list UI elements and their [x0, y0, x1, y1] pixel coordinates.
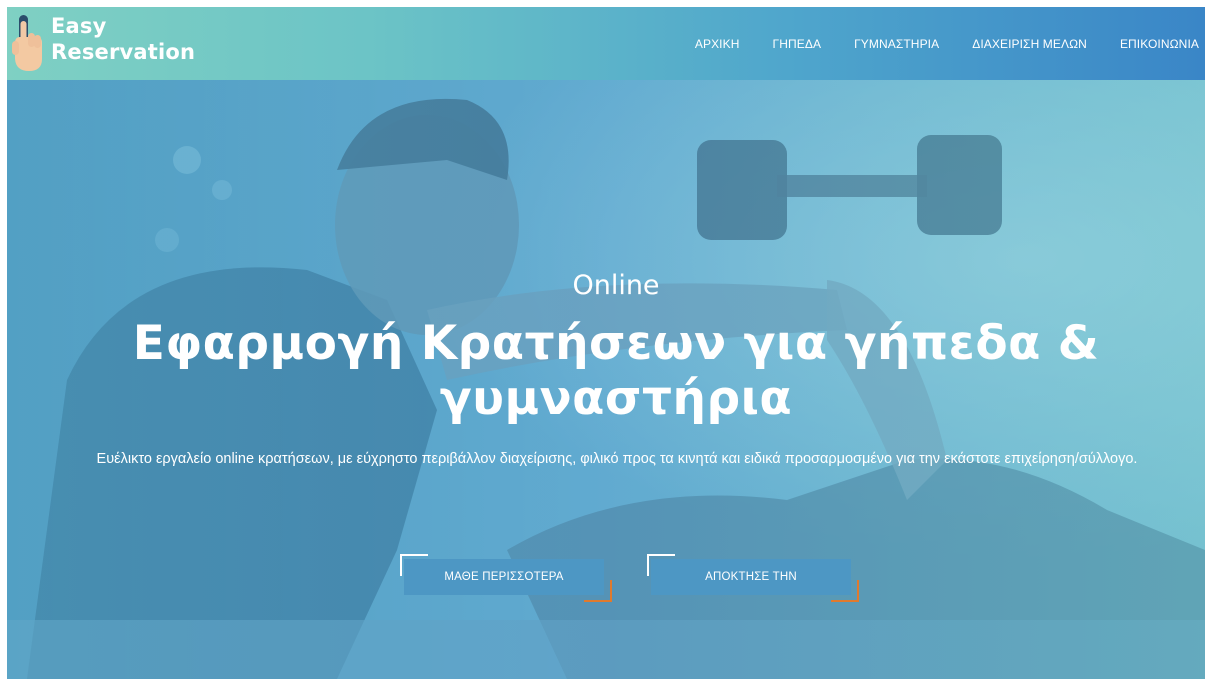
- nav-item-home[interactable]: ΑΡΧΙΚΗ: [695, 37, 740, 51]
- brand-logo[interactable]: Easy Reservation: [11, 11, 211, 75]
- brand-name: Easy Reservation: [51, 13, 195, 65]
- nav-item-courts[interactable]: ΓΗΠΕΔΑ: [773, 37, 822, 51]
- hero-section: Online Εφαρμογή Κρατήσεων για γήπεδα & γ…: [7, 80, 1205, 679]
- hero-title: Εφαρμογή Κρατήσεων για γήπεδα & γυμναστή…: [7, 316, 1205, 426]
- learn-more-button[interactable]: ΜΑΘΕ ΠΕΡΙΣΣΟΤΕΡΑ: [404, 559, 604, 595]
- hero-kicker: Online: [572, 270, 660, 301]
- learn-more-button-frame: ΜΑΘΕ ΠΕΡΙΣΣΟΤΕΡΑ: [400, 554, 612, 602]
- site-header: Easy Reservation ΑΡΧΙΚΗ ΓΗΠΕΔΑ ΓΥΜΝΑΣΤΗΡ…: [7, 7, 1205, 80]
- nav-item-member-management[interactable]: ΔΙΑΧΕΙΡΙΣΗ ΜΕΛΩΝ: [972, 37, 1087, 51]
- main-nav: ΑΡΧΙΚΗ ΓΗΠΕΔΑ ΓΥΜΝΑΣΤΗΡΙΑ ΔΙΑΧΕΙΡΙΣΗ ΜΕΛ…: [662, 7, 1199, 80]
- brand-line-2: Reservation: [51, 40, 196, 64]
- get-it-button[interactable]: ΑΠΟΚΤΗΣΕ ΤΗΝ: [651, 559, 851, 595]
- page-frame: Easy Reservation ΑΡΧΙΚΗ ΓΗΠΕΔΑ ΓΥΜΝΑΣΤΗΡ…: [7, 7, 1205, 679]
- hero-title-line-2: γυμναστήρια: [439, 371, 793, 426]
- pointing-hand-icon: [12, 15, 42, 71]
- hero-title-line-1: Εφαρμογή Κρατήσεων για γήπεδα &: [132, 316, 1100, 371]
- brand-line-1: Easy: [51, 14, 107, 38]
- nav-item-contact[interactable]: ΕΠΙΚΟΙΝΩΝΙΑ: [1120, 37, 1199, 51]
- nav-item-gyms[interactable]: ΓΥΜΝΑΣΤΗΡΙΑ: [854, 37, 939, 51]
- hero-description: Ευέλικτο εργαλείο online κρατήσεων, με ε…: [96, 451, 1138, 467]
- get-it-button-frame: ΑΠΟΚΤΗΣΕ ΤΗΝ: [647, 554, 859, 602]
